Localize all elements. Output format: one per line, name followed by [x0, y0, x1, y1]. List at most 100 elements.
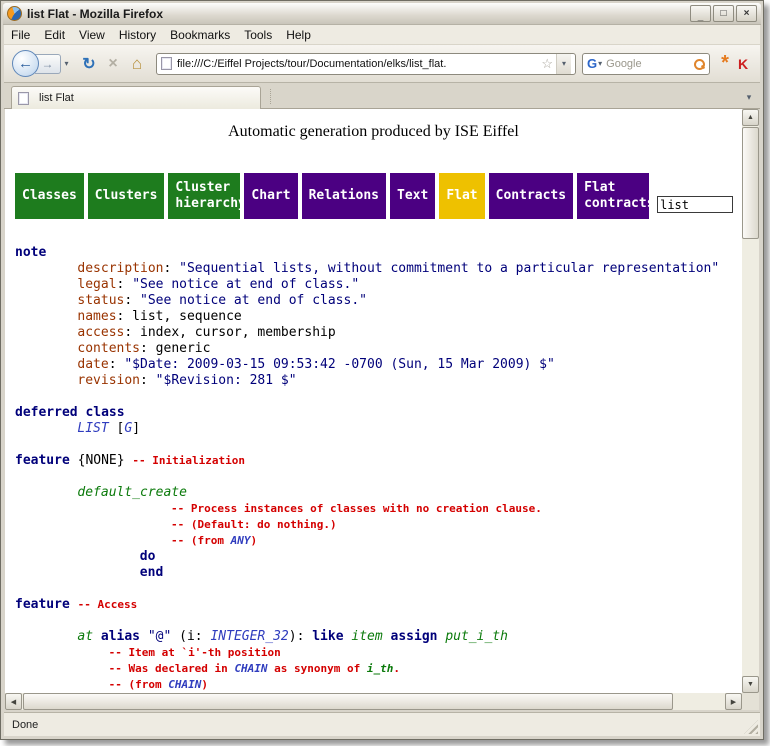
- status-text: Done: [12, 719, 38, 731]
- note-tag: revision: [77, 373, 140, 388]
- menu-item-bookmarks[interactable]: Bookmarks: [163, 26, 237, 44]
- bookmark-star-icon[interactable]: ☆: [541, 56, 553, 72]
- keyword: assign: [391, 629, 438, 644]
- horizontal-scroll-thumb[interactable]: [23, 693, 673, 710]
- nav-button-classes[interactable]: Classes: [15, 173, 84, 219]
- addon-icon-2[interactable]: K: [734, 53, 752, 75]
- reload-button[interactable]: ↻: [78, 52, 100, 76]
- code-text: (i:: [171, 629, 210, 644]
- vertical-scroll-thumb[interactable]: [742, 127, 759, 239]
- code-line: [15, 469, 742, 485]
- home-button[interactable]: ⌂: [126, 52, 148, 76]
- back-button[interactable]: ←: [12, 50, 39, 77]
- code-line: contents: generic: [15, 341, 742, 357]
- menu-item-tools[interactable]: Tools: [237, 26, 279, 44]
- code-line: [15, 613, 742, 629]
- stop-button[interactable]: ×: [102, 52, 124, 76]
- tab-list-flat[interactable]: list Flat: [11, 86, 261, 109]
- menu-item-file[interactable]: File: [4, 26, 37, 44]
- browser-window: list Flat - Mozilla Firefox _ □ × FileEd…: [0, 0, 764, 740]
- minimize-icon: _: [698, 12, 704, 22]
- close-button[interactable]: ×: [736, 5, 757, 22]
- nav-button-chart[interactable]: Chart: [244, 173, 297, 219]
- minimize-button[interactable]: _: [690, 5, 711, 22]
- class-link[interactable]: ANY: [231, 534, 251, 547]
- nav-button-flat-contracts[interactable]: Flat contracts: [577, 173, 649, 219]
- code-line: description: "Sequential lists, without …: [15, 261, 742, 277]
- class-link[interactable]: CHAIN: [234, 662, 267, 675]
- feature-name: put_i_th: [445, 629, 508, 644]
- string-literal: "@": [148, 629, 171, 644]
- class-link[interactable]: INTEGER_32: [210, 629, 288, 644]
- string-literal: "See notice at end of class.": [140, 293, 367, 308]
- address-bar[interactable]: file:///C:/Eiffel Projects/tour/Document…: [156, 53, 576, 75]
- scroll-down-button[interactable]: ▼: [742, 676, 759, 693]
- search-input[interactable]: Google: [606, 58, 693, 70]
- code-line: -- (from CHAIN): [15, 677, 742, 693]
- code-text: :: [163, 261, 179, 276]
- content-area: Automatic generation produced by ISE Eif…: [5, 109, 759, 710]
- feature-name: item: [351, 629, 382, 644]
- nav-button-text[interactable]: Text: [390, 173, 435, 219]
- nav-button-flat[interactable]: Flat: [439, 173, 484, 219]
- class-link[interactable]: G: [124, 421, 132, 436]
- horizontal-scrollbar[interactable]: ◀ ▶: [5, 693, 742, 710]
- search-icon[interactable]: [693, 58, 705, 70]
- code-line: note: [15, 245, 742, 261]
- tab-label: list Flat: [39, 92, 74, 104]
- title-bar: list Flat - Mozilla Firefox _ □ ×: [3, 3, 761, 25]
- firefox-icon: [7, 6, 22, 21]
- menu-item-edit[interactable]: Edit: [37, 26, 72, 44]
- code-text: ]: [132, 421, 140, 436]
- nav-button-clusters[interactable]: Clusters: [88, 173, 165, 219]
- url-input[interactable]: file:///C:/Eiffel Projects/tour/Document…: [177, 58, 538, 70]
- keyword: do: [140, 549, 156, 564]
- addon-icon-1[interactable]: *: [716, 53, 734, 75]
- code-text: [140, 629, 148, 644]
- code-line: names: list, sequence: [15, 309, 742, 325]
- menu-item-history[interactable]: History: [112, 26, 163, 44]
- keyword: feature: [15, 597, 70, 612]
- comment: -- Access: [78, 598, 138, 611]
- vertical-scrollbar[interactable]: ▲ ▼: [742, 109, 759, 693]
- code-line: [15, 437, 742, 453]
- scrollbar-corner: [742, 693, 759, 710]
- nav-button-cluster-hierarchy[interactable]: Cluster hierarchy: [168, 173, 240, 219]
- search-engine-dropdown[interactable]: ▾: [598, 59, 602, 68]
- menu-item-help[interactable]: Help: [279, 26, 318, 44]
- comment: ): [201, 678, 208, 691]
- scroll-right-button[interactable]: ▶: [725, 693, 742, 710]
- search-bar[interactable]: G ▾ Google: [582, 53, 710, 75]
- resize-grip[interactable]: [744, 720, 758, 734]
- comment: -- Item at `i'-th position: [109, 646, 281, 659]
- code-line: access: index, cursor, membership: [15, 325, 742, 341]
- note-tag: access: [77, 325, 124, 340]
- nav-button-contracts[interactable]: Contracts: [489, 173, 573, 219]
- history-dropdown-button[interactable]: ▾: [61, 54, 72, 74]
- feature-link[interactable]: i_th: [367, 662, 394, 675]
- class-link[interactable]: LIST: [77, 421, 108, 436]
- code-line: legal: "See notice at end of class.": [15, 277, 742, 293]
- scroll-down-icon: ▼: [747, 681, 754, 688]
- close-icon: ×: [744, 9, 750, 19]
- code-line: date: "$Date: 2009-03-15 09:53:42 -0700 …: [15, 357, 742, 373]
- comment: as synonym of: [268, 662, 367, 675]
- scroll-up-button[interactable]: ▲: [742, 109, 759, 126]
- tab-list-dropdown-button[interactable]: ▾: [740, 86, 758, 108]
- code-line: revision: "$Revision: 281 $": [15, 373, 742, 389]
- class-link[interactable]: CHAIN: [168, 678, 201, 691]
- menu-item-view[interactable]: View: [72, 26, 112, 44]
- feature-name: at: [77, 629, 93, 644]
- nav-button-relations[interactable]: Relations: [302, 173, 386, 219]
- chevron-down-icon: ▾: [64, 59, 68, 68]
- note-tag: contents: [77, 341, 140, 356]
- menu-bar: FileEditViewHistoryBookmarksToolsHelp: [4, 25, 760, 45]
- code-line: -- (from ANY): [15, 533, 742, 549]
- code-text: [383, 629, 391, 644]
- maximize-button[interactable]: □: [713, 5, 734, 22]
- code-line: -- (Default: do nothing.): [15, 517, 742, 533]
- url-dropdown-button[interactable]: ▾: [556, 54, 571, 74]
- scroll-left-button[interactable]: ◀: [5, 693, 22, 710]
- google-logo-icon: G: [587, 56, 597, 71]
- goto-input[interactable]: [657, 196, 733, 213]
